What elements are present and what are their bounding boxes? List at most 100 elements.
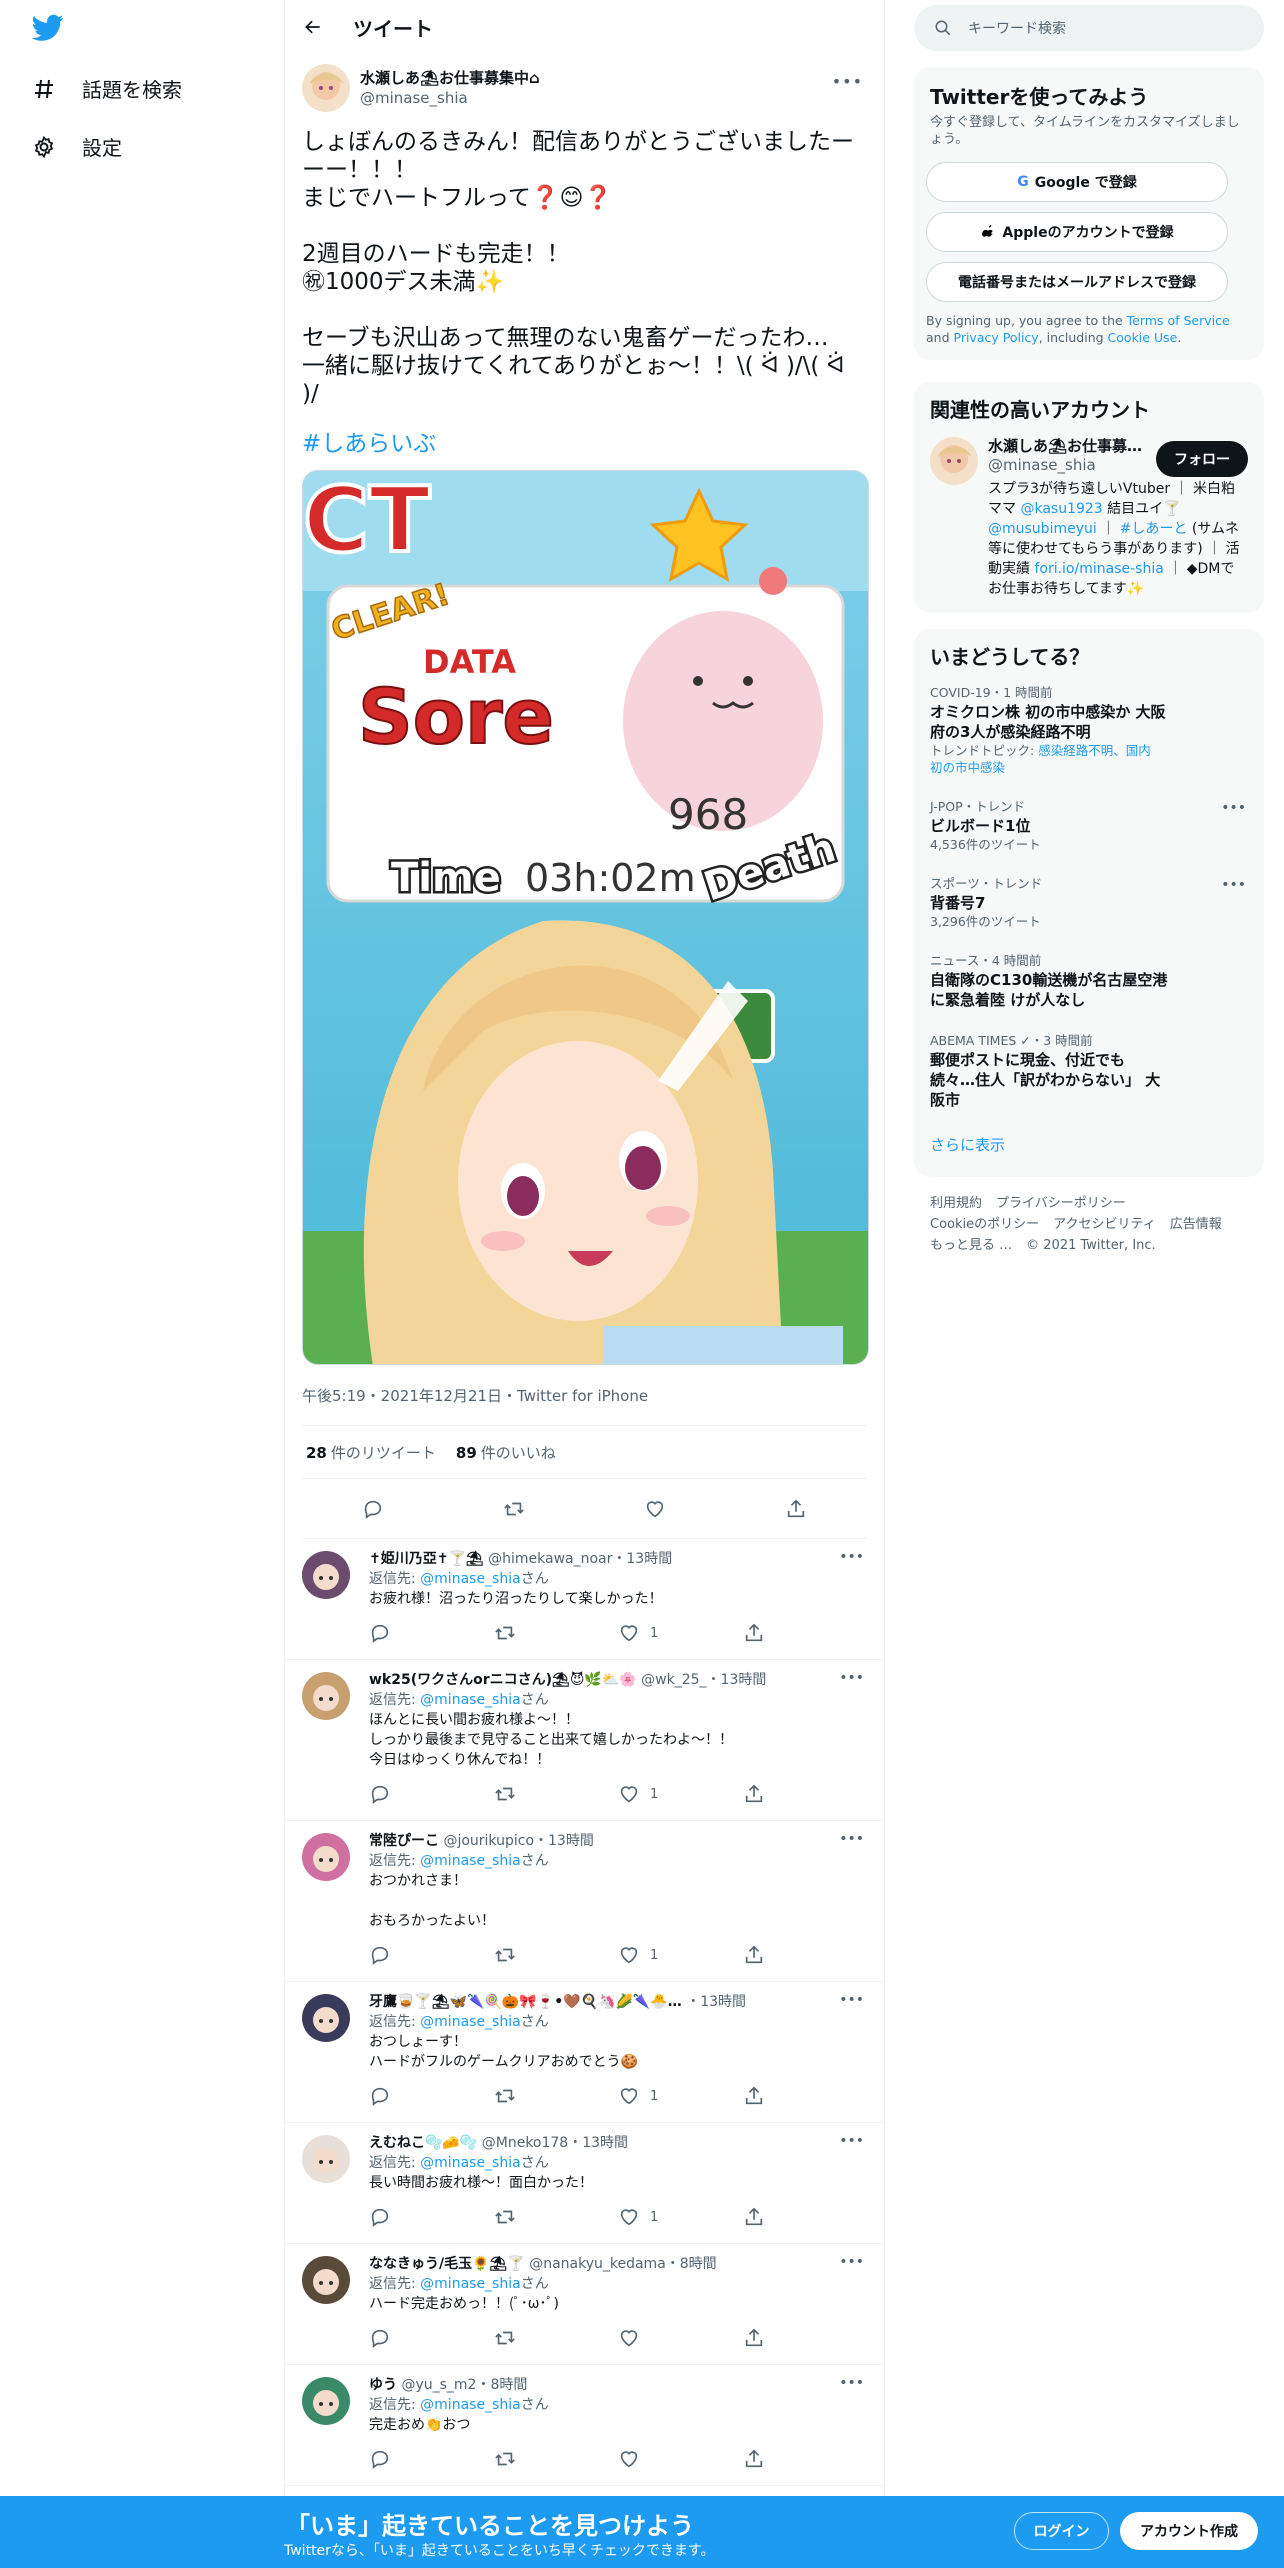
retweet-icon[interactable] — [494, 1783, 516, 1805]
share-icon[interactable] — [743, 2206, 765, 2228]
like-icon[interactable] — [618, 1622, 640, 1644]
reply-author-name[interactable]: ゆう — [369, 2377, 397, 2393]
reply-to-link[interactable]: @minase_shia — [420, 1571, 521, 1587]
follow-button[interactable]: フォロー — [1156, 441, 1248, 477]
like-count[interactable]: 89 件のいいね — [456, 1442, 556, 1463]
reply-icon[interactable] — [369, 1783, 391, 1805]
reply-icon[interactable] — [369, 2448, 391, 2470]
privacy-link[interactable]: Privacy Policy — [954, 330, 1039, 345]
share-icon[interactable] — [743, 2327, 765, 2349]
trend-item[interactable]: ABEMA TIMES ✓・3 時間前 郵便ポストに現金、付近でも 続々…住人「訳… — [914, 1022, 1264, 1122]
trend-item[interactable]: スポーツ・トレンド 背番号7 3,296件のツイート ••• — [914, 865, 1264, 942]
avatar[interactable] — [302, 1672, 350, 1720]
avatar[interactable] — [302, 2377, 350, 2425]
reply-tweet[interactable]: ななきゅう/毛玉🌻⛱🍸 @nanakyu_kedama・8時間 ••• 返信先: @… — [285, 2244, 884, 2365]
reply-author-name[interactable]: ななきゅう/毛玉🌻⛱🍸 — [369, 2256, 525, 2272]
retweet-icon[interactable] — [494, 2327, 516, 2349]
twitter-logo-icon[interactable] — [32, 14, 64, 42]
reply-author-name[interactable]: wk25(ワクさんorニコさん)⛱😈🌿⛅🌸 — [369, 1672, 637, 1688]
reply-to-link[interactable]: @minase_shia — [420, 1853, 521, 1869]
avatar[interactable] — [302, 64, 350, 112]
share-icon[interactable] — [743, 2448, 765, 2470]
more-icon[interactable]: ••• — [832, 72, 863, 91]
tweet-author[interactable]: 水瀬しあ⛱お仕事募集中⌂ @minase_shia ••• — [302, 62, 867, 114]
like-icon[interactable] — [618, 1944, 640, 1966]
reply-icon[interactable] — [369, 1622, 391, 1644]
more-icon[interactable]: ••• — [1221, 800, 1246, 816]
nav-settings[interactable]: 設定 — [32, 132, 122, 161]
reply-tweet[interactable]: ゆう @yu_s_m2・8時間 ••• 返信先: @minase_shiaさん 完走お… — [285, 2365, 884, 2486]
reply-tweet[interactable]: ✝姫川乃亞✝🍸⛱ @himekawa_noar・13時間 ••• 返信先: @min… — [285, 1539, 884, 1660]
bio-link-musubi[interactable]: @musubimeyui — [988, 521, 1097, 537]
reply-icon[interactable] — [369, 2327, 391, 2349]
retweet-icon[interactable] — [494, 1944, 516, 1966]
nav-explore[interactable]: 話題を検索 — [32, 74, 182, 103]
share-icon[interactable] — [743, 1944, 765, 1966]
more-icon[interactable]: ••• — [839, 1992, 864, 2008]
like-icon[interactable] — [644, 1498, 666, 1520]
avatar[interactable] — [302, 2135, 350, 2183]
terms-link[interactable]: Terms of Service — [1127, 313, 1230, 328]
retweet-icon[interactable] — [494, 1622, 516, 1644]
reply-to-link[interactable]: @minase_shia — [420, 2014, 521, 2030]
search-box[interactable]: キーワード検索 — [914, 5, 1264, 51]
tweet-timestamp[interactable]: 午後5:19・2021年12月21日・Twitter for iPhone — [302, 1385, 867, 1407]
reply-tweet[interactable]: wk25(ワクさんorニコさん)⛱😈🌿⛅🌸 @wk_25_・13時間 ••• 返信先… — [285, 1660, 884, 1821]
like-icon[interactable] — [618, 2085, 640, 2107]
avatar[interactable] — [302, 1833, 350, 1881]
reply-author-name[interactable]: 牙鷹🥃🍸⛱🦋🌂🍭🎃🎀🍷•🤎🍳🦄🌽🌂🐣… — [369, 1994, 682, 2010]
avatar[interactable] — [302, 2256, 350, 2304]
tweet-hashtag[interactable]: #しあらいぶ — [302, 424, 867, 458]
reply-author-name[interactable]: 常陸ぴーこ — [369, 1833, 439, 1849]
footer-link[interactable]: アクセシビリティ — [1053, 1217, 1156, 1232]
footer-link[interactable]: プライバシーポリシー — [996, 1196, 1126, 1211]
footer-link[interactable]: もっと見る … — [930, 1238, 1012, 1253]
bio-link-kasu[interactable]: @kasu1923 — [1020, 501, 1102, 517]
more-icon[interactable]: ••• — [839, 2375, 864, 2391]
reply-to-link[interactable]: @minase_shia — [420, 2276, 521, 2292]
show-more-link[interactable]: さらに表示 — [914, 1122, 1264, 1177]
search-input[interactable]: キーワード検索 — [968, 18, 1066, 38]
reply-author-name[interactable]: ✝姫川乃亞✝🍸⛱ — [369, 1551, 484, 1567]
signup-button[interactable]: アカウント作成 — [1120, 2512, 1258, 2550]
reply-author-name[interactable]: えむねこ🫧🧀🫧 — [369, 2135, 477, 2151]
avatar[interactable] — [302, 1551, 350, 1599]
reply-icon[interactable] — [362, 1498, 384, 1520]
login-button[interactable]: ログイン — [1014, 2512, 1109, 2550]
retweet-icon[interactable] — [494, 2085, 516, 2107]
trend-item[interactable]: ニュース・4 時間前 自衛隊のC130輸送機が名古屋空港 に緊急着陸 けが人なし — [914, 942, 1264, 1022]
cookie-link[interactable]: Cookie Use — [1108, 330, 1178, 345]
google-signup-button[interactable]: G Google で登録 — [926, 162, 1228, 202]
like-icon[interactable] — [618, 2206, 640, 2228]
share-icon[interactable] — [743, 2085, 765, 2107]
footer-link[interactable]: 広告情報 — [1170, 1217, 1222, 1232]
reply-tweet[interactable]: えむねこ🫧🧀🫧 @Mneko178・13時間 ••• 返信先: @minase_sh… — [285, 2123, 884, 2244]
bio-link-fori[interactable]: fori.io/minase-shia — [1034, 561, 1163, 577]
more-icon[interactable]: ••• — [1221, 877, 1246, 893]
retweet-icon[interactable] — [494, 2448, 516, 2470]
reply-to-link[interactable]: @minase_shia — [420, 2155, 521, 2171]
related-account[interactable]: 水瀬しあ⛱お仕事募… @minase_shia フォロー スプラ3が待ち遠しいV… — [914, 437, 1264, 613]
like-icon[interactable] — [618, 2448, 640, 2470]
trend-item[interactable]: J-POP・トレンド ビルボード1位 4,536件のツイート ••• — [914, 788, 1264, 865]
more-icon[interactable]: ••• — [839, 1670, 864, 1686]
related-avatar[interactable] — [930, 437, 978, 485]
share-icon[interactable] — [743, 1783, 765, 1805]
reply-icon[interactable] — [369, 2085, 391, 2107]
more-icon[interactable]: ••• — [839, 2133, 864, 2149]
retweet-count[interactable]: 28 件のリツイート — [306, 1442, 436, 1463]
like-icon[interactable] — [618, 2327, 640, 2349]
share-icon[interactable] — [785, 1498, 807, 1520]
reply-to-link[interactable]: @minase_shia — [420, 2397, 521, 2413]
retweet-icon[interactable] — [503, 1498, 525, 1520]
phone-signup-button[interactable]: 電話番号またはメールアドレスで登録 — [926, 262, 1228, 302]
bio-link-hashtag[interactable]: #しあーと — [1120, 521, 1188, 537]
footer-link[interactable]: 利用規約 — [930, 1196, 982, 1211]
reply-to-link[interactable]: @minase_shia — [420, 1692, 521, 1708]
apple-signup-button[interactable]: Appleのアカウントで登録 — [926, 212, 1228, 252]
like-icon[interactable] — [618, 1783, 640, 1805]
footer-link[interactable]: © 2021 Twitter, Inc. — [1026, 1238, 1156, 1253]
tweet-image[interactable]: CT CLEAR! DATA Sore 968 Death Time 03h:0… — [302, 470, 869, 1365]
avatar[interactable] — [302, 1994, 350, 2042]
footer-link[interactable]: Cookieのポリシー — [930, 1217, 1039, 1232]
